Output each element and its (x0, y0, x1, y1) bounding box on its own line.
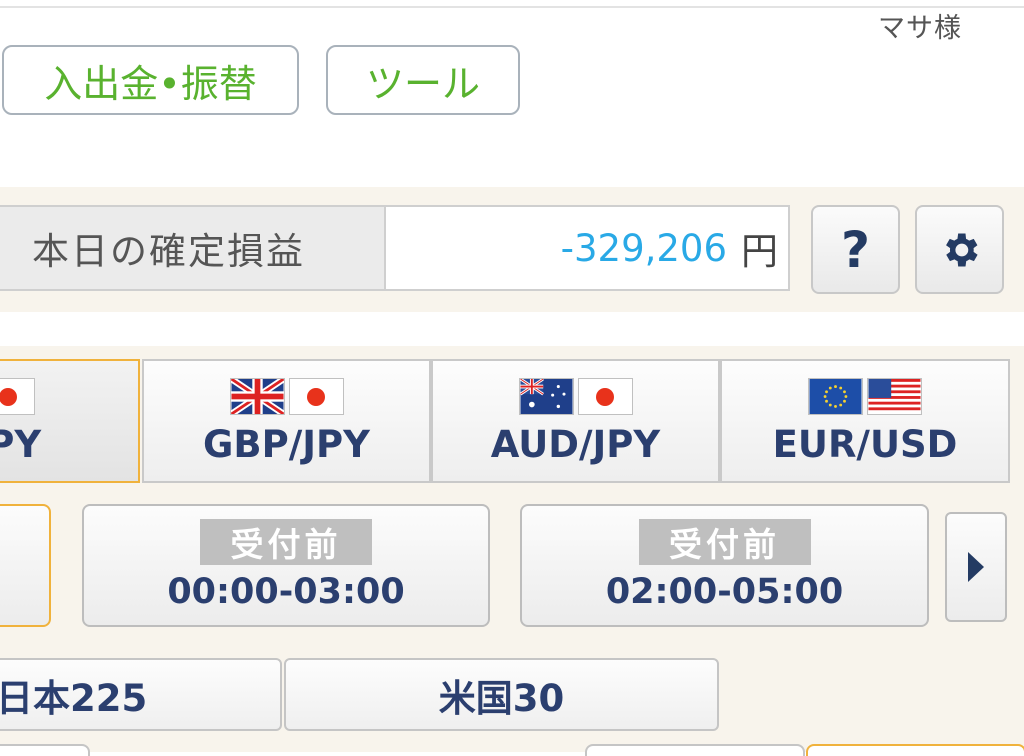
eu-flag-icon (808, 378, 863, 415)
realized-profit-label: 本日の確定損益 (0, 205, 386, 291)
session-time: 00:00-03:00 (167, 572, 405, 612)
session-time: 02:00-05:00 (605, 572, 844, 612)
next-sessions-button[interactable] (945, 512, 1007, 622)
help-button[interactable]: ? (811, 205, 900, 294)
partial-button[interactable] (0, 744, 90, 756)
realized-profit-value: -329,206 (560, 226, 727, 270)
currency-pair-label: GBP/JPY (203, 423, 370, 466)
index-japan225-button[interactable]: 日本225 (0, 658, 282, 731)
tab-aud-jpy[interactable]: AUD/JPY (431, 359, 720, 483)
session-button[interactable]: 受付前 02:00-05:00 (520, 504, 929, 627)
flag-group (433, 378, 718, 415)
status-badge: 受付前 (200, 519, 372, 565)
flag-group (0, 378, 138, 415)
flag-group (144, 378, 429, 415)
realized-profit-value-box: -329,206 円 (386, 205, 790, 291)
session-button-selected[interactable] (0, 504, 51, 627)
flag-group (722, 378, 1008, 415)
uk-flag-icon (229, 378, 285, 415)
top-border (0, 0, 1024, 8)
australia-flag-icon (518, 378, 574, 415)
currency-pair-label: EUR/USD (772, 423, 958, 466)
tab-gbp-jpy[interactable]: GBP/JPY (142, 359, 431, 483)
deposit-transfer-button[interactable]: 入出金•振替 (2, 45, 299, 115)
partial-button[interactable] (585, 744, 805, 756)
currency-pair-label: AUD/JPY (490, 423, 661, 466)
username-label: マサ様 (878, 13, 962, 44)
play-right-icon (968, 552, 984, 582)
currency-pair-label: /JPY (0, 423, 42, 466)
tools-button[interactable]: ツール (326, 45, 520, 115)
currency-unit: 円 (741, 230, 778, 273)
tab-eur-usd[interactable]: EUR/USD (720, 359, 1010, 483)
japan-flag-icon (0, 378, 35, 415)
status-badge: 受付前 (638, 519, 811, 565)
partial-button-selected[interactable] (806, 744, 1024, 756)
index-us30-button[interactable]: 米国30 (284, 658, 719, 731)
gear-icon (945, 233, 978, 266)
session-button[interactable]: 受付前 00:00-03:00 (82, 504, 490, 627)
tab-usd-jpy[interactable]: /JPY (0, 359, 140, 483)
japan-flag-icon (577, 378, 633, 415)
japan-flag-icon (288, 378, 344, 415)
us-flag-icon (867, 378, 922, 415)
settings-button[interactable] (915, 205, 1004, 294)
